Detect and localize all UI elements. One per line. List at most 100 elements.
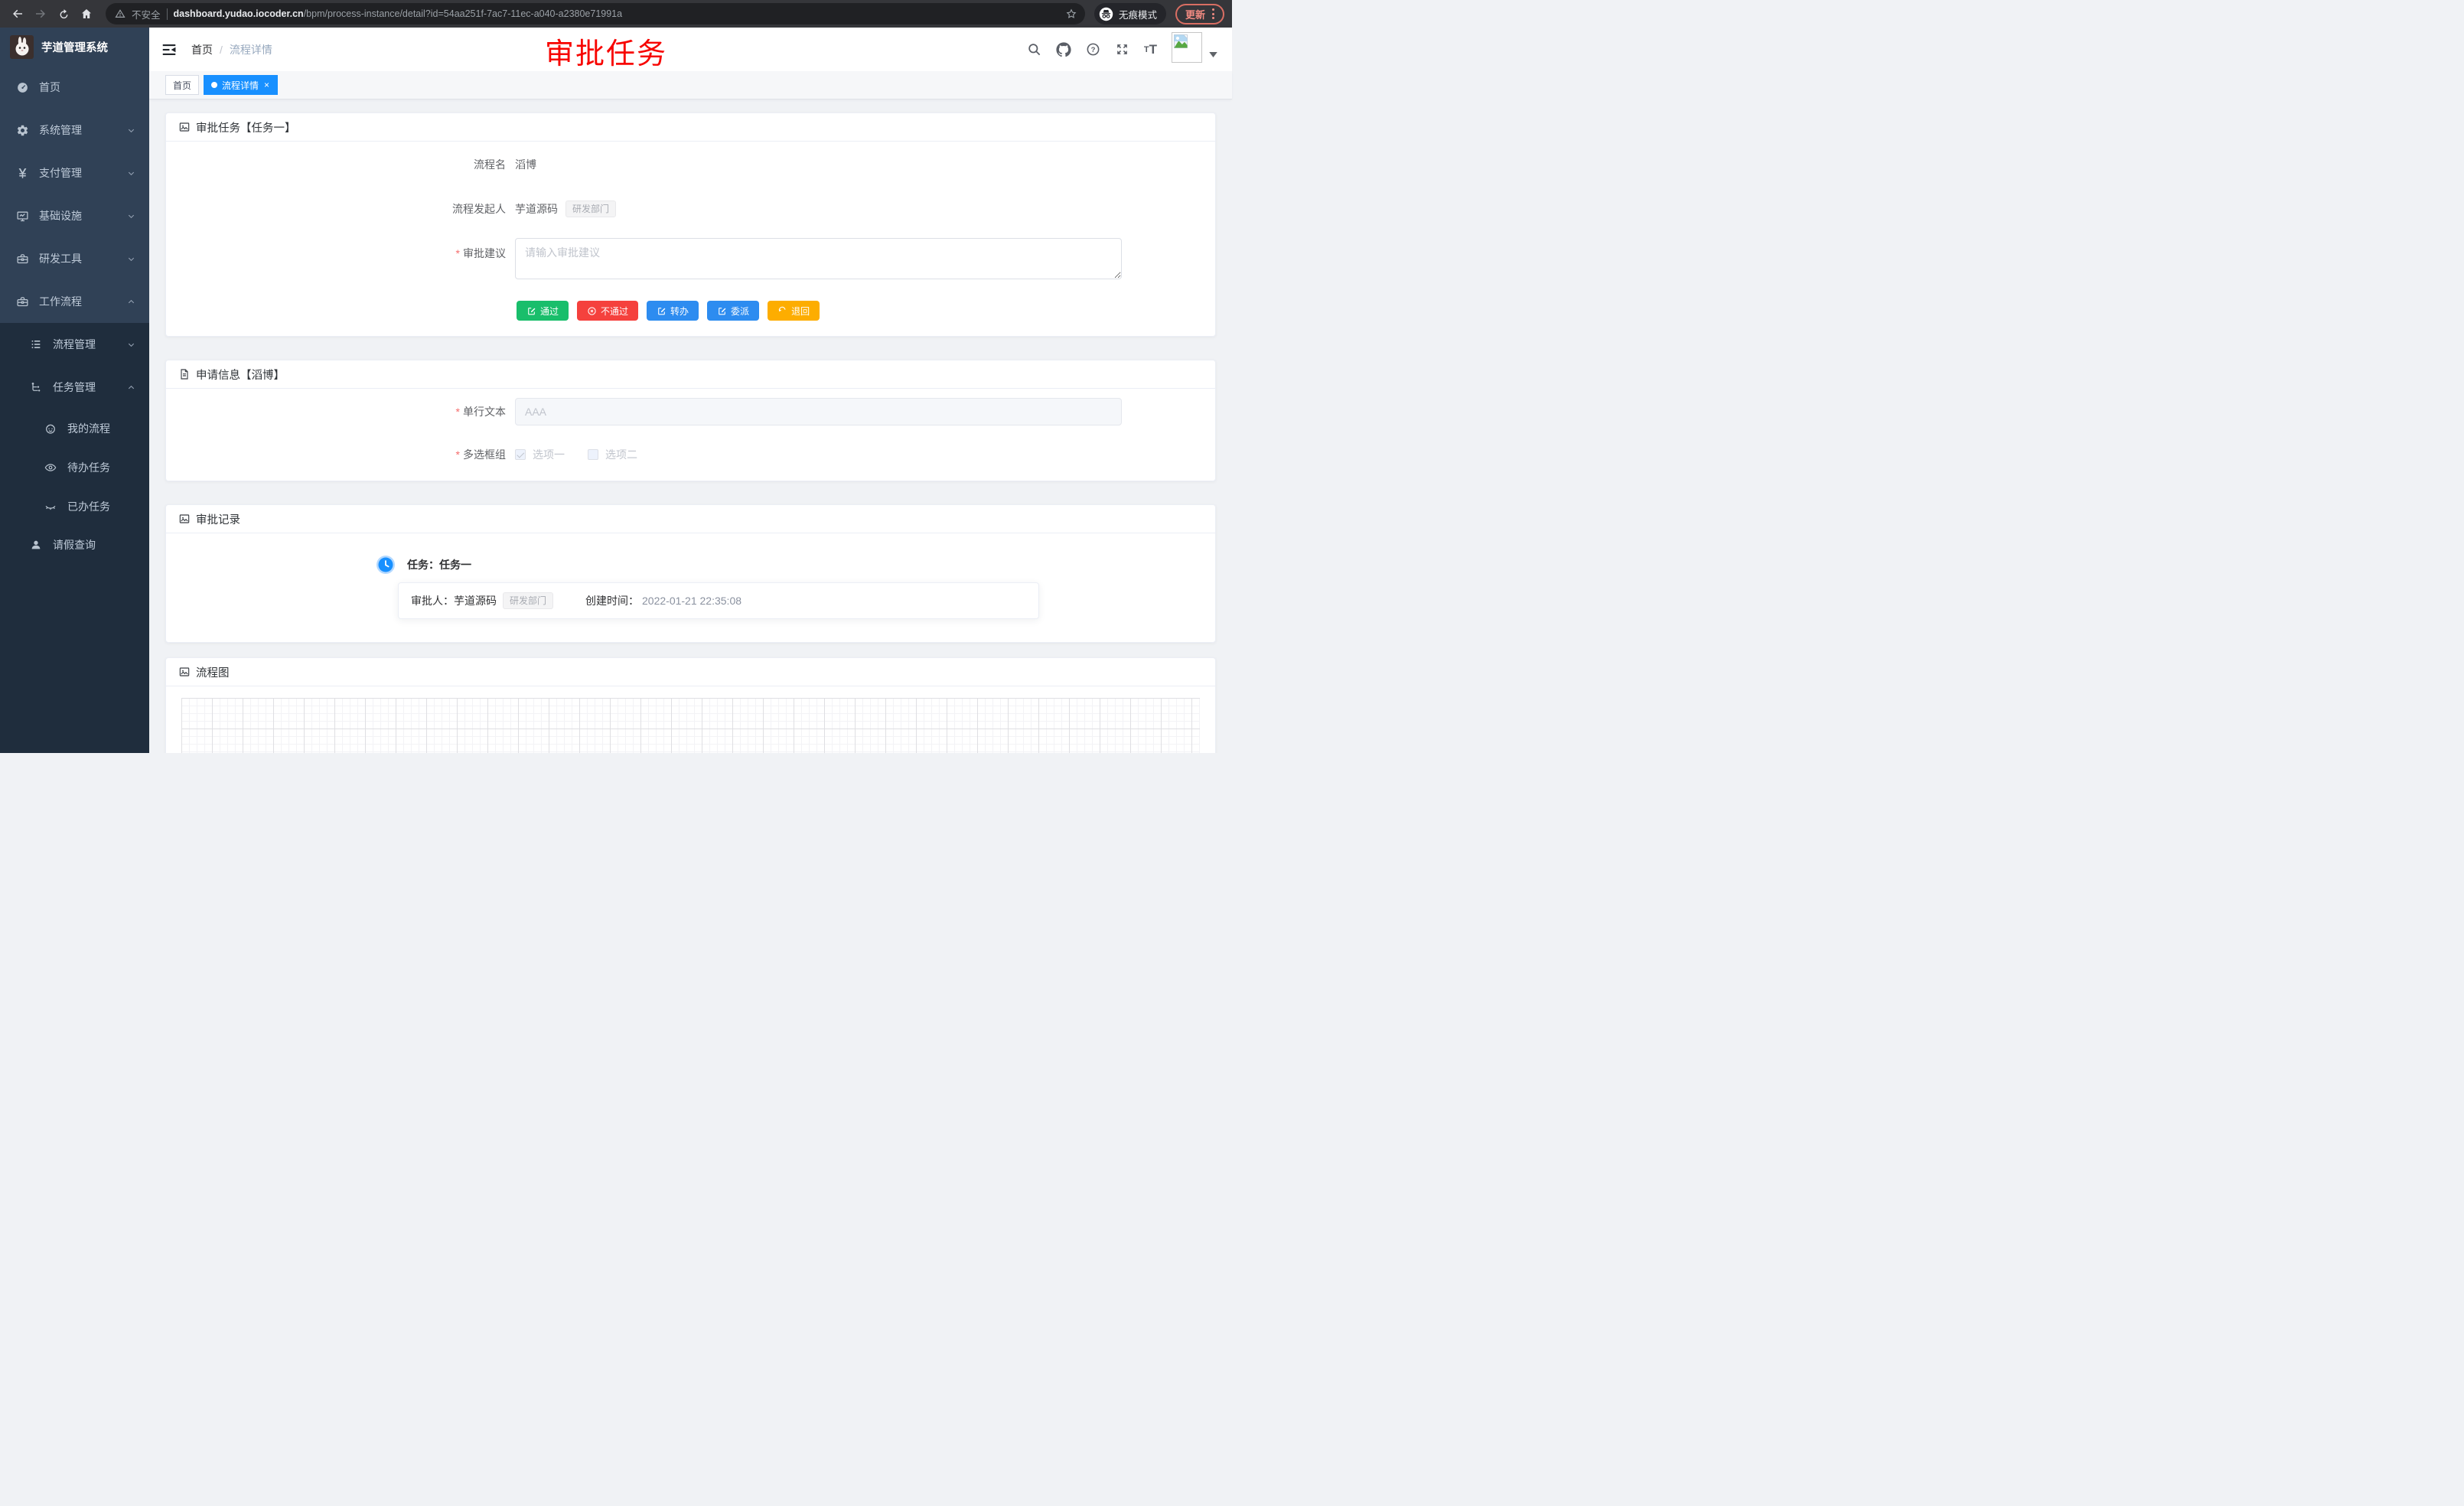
single-line-text-input[interactable] xyxy=(515,398,1122,425)
return-button[interactable]: 退回 xyxy=(768,301,820,321)
initiator-name: 芋道源码 xyxy=(515,194,558,224)
sidebar-collapse-button[interactable] xyxy=(161,41,178,58)
breadcrumb-home[interactable]: 首页 xyxy=(191,42,213,57)
gear-icon xyxy=(15,123,29,137)
tab-process-detail[interactable]: 流程详情 × xyxy=(204,75,278,95)
approval-task-form: 流程名 滔博 流程发起人 芋道源码 研发部门 审批建议 xyxy=(166,142,1215,336)
yen-icon xyxy=(15,166,29,180)
sidebar-item-label: 流程管理 xyxy=(53,337,96,352)
eye-open-icon xyxy=(44,461,57,474)
created-time-label: 创建时间： xyxy=(585,593,639,608)
delegate-button[interactable]: 委派 xyxy=(707,301,759,321)
process-diagram-card-header: 流程图 xyxy=(166,658,1215,686)
sidebar-item-task-management[interactable]: 任务管理 xyxy=(0,366,149,409)
sidebar-item-infrastructure[interactable]: 基础设施 xyxy=(0,194,149,237)
checkbox-option-2[interactable]: 选项二 xyxy=(588,447,637,462)
incognito-icon xyxy=(1099,7,1113,21)
process-diagram-card: 流程图 xyxy=(165,657,1216,753)
timeline-task-row: 任务：任务一 xyxy=(166,555,1215,575)
sidebar-item-label: 请假查询 xyxy=(53,537,96,553)
browser-menu-icon[interactable] xyxy=(1212,8,1214,19)
page-content: 审批任务【任务一】 流程名 滔博 流程发起人 芋道源码 研发部门 xyxy=(149,99,1232,753)
bpmn-canvas-grid[interactable] xyxy=(181,698,1200,753)
sidebar-item-label: 工作流程 xyxy=(39,294,82,309)
browser-update-button[interactable]: 更新 xyxy=(1175,4,1224,24)
update-label: 更新 xyxy=(1185,7,1205,21)
application-info-card-header: 申请信息【滔博】 xyxy=(166,360,1215,389)
eye-closed-icon xyxy=(44,500,57,513)
tab-home[interactable]: 首页 xyxy=(165,75,199,95)
not-secure-warning-icon xyxy=(115,8,125,19)
pass-button[interactable]: 通过 xyxy=(517,301,569,321)
font-size-icon[interactable]: TT xyxy=(1144,42,1157,57)
edit-icon xyxy=(526,306,536,316)
transfer-button[interactable]: 转办 xyxy=(647,301,699,321)
sidebar-item-leave-query[interactable]: 请假查询 xyxy=(0,526,149,564)
approval-task-card-header: 审批任务【任务一】 xyxy=(166,113,1215,142)
edit-icon xyxy=(717,306,727,316)
toolbox-icon xyxy=(15,252,29,266)
avatar[interactable] xyxy=(1172,32,1202,63)
monitor-icon xyxy=(15,209,29,223)
chevron-down-icon xyxy=(127,341,135,349)
checkbox-option-1[interactable]: 选项一 xyxy=(515,447,565,462)
browser-forward-button[interactable] xyxy=(31,4,51,24)
app-logo-row[interactable]: 芋道管理系统 xyxy=(0,28,149,66)
browser-back-button[interactable] xyxy=(8,4,28,24)
face-icon xyxy=(44,422,57,435)
sidebar-item-system[interactable]: 系统管理 xyxy=(0,109,149,152)
approver-label: 审批人： xyxy=(411,593,454,608)
browser-toolbar: 不安全 dashboard.yudao.iocoder.cn/bpm/proce… xyxy=(0,0,1232,28)
application-info-form: 单行文本 多选框组 选项一 选项二 xyxy=(166,389,1215,481)
user-icon xyxy=(29,538,43,552)
incognito-badge: 无痕模式 xyxy=(1094,3,1166,24)
created-time-value: 2022-01-21 22:35:08 xyxy=(642,595,741,607)
page-header: 首页 / 流程详情 审批任务 ? TT xyxy=(149,28,1232,71)
checkbox-unchecked-icon xyxy=(588,449,598,460)
approval-record-card-header: 审批记录 xyxy=(166,505,1215,533)
suggestion-textarea[interactable] xyxy=(515,238,1122,279)
sidebar-item-process-management[interactable]: 流程管理 xyxy=(0,323,149,366)
home-icon xyxy=(80,7,93,21)
omnibox-divider xyxy=(167,8,168,20)
caret-down-icon[interactable] xyxy=(1209,52,1217,57)
browser-reload-button[interactable] xyxy=(54,4,73,24)
card-title: 审批任务【任务一】 xyxy=(196,119,296,135)
address-bar[interactable]: 不安全 dashboard.yudao.iocoder.cn/bpm/proce… xyxy=(106,3,1085,24)
sidebar-item-my-process[interactable]: 我的流程 xyxy=(0,409,149,448)
sidebar-item-todo-tasks[interactable]: 待办任务 xyxy=(0,448,149,487)
initiator-label: 流程发起人 xyxy=(166,194,515,224)
sidebar-item-label: 已办任务 xyxy=(67,499,110,514)
sidebar-item-workflow[interactable]: 工作流程 xyxy=(0,280,149,323)
browser-home-button[interactable] xyxy=(77,4,96,24)
approval-record-card: 审批记录 任务：任务一 审批人： 芋道源码 研发部门 xyxy=(165,504,1216,643)
github-icon[interactable] xyxy=(1056,42,1071,57)
sidebar-item-done-tasks[interactable]: 已办任务 xyxy=(0,487,149,526)
url-text: dashboard.yudao.iocoder.cn/bpm/process-i… xyxy=(174,8,1059,19)
sidebar-item-label: 系统管理 xyxy=(39,122,82,138)
approval-record-body: 任务：任务一 审批人： 芋道源码 研发部门 创建时间： 2022-01-21 2… xyxy=(166,533,1215,642)
search-icon[interactable] xyxy=(1027,42,1041,57)
approver-name: 芋道源码 xyxy=(454,593,497,608)
sidebar-menu: 首页 系统管理 支付管理 基础设施 xyxy=(0,66,149,753)
tab-close-icon[interactable]: × xyxy=(263,80,270,90)
breadcrumb: 首页 / 流程详情 xyxy=(191,42,272,57)
help-icon[interactable]: ? xyxy=(1086,42,1100,57)
sidebar-item-label: 支付管理 xyxy=(39,165,82,181)
active-tab-dot xyxy=(211,82,217,88)
tab-label: 流程详情 xyxy=(222,79,259,92)
process-name-value: 滔博 xyxy=(515,149,536,180)
fullscreen-icon[interactable] xyxy=(1115,42,1129,57)
sidebar-item-dev-tools[interactable]: 研发工具 xyxy=(0,237,149,280)
picture-icon xyxy=(178,666,191,678)
card-title: 流程图 xyxy=(196,664,230,680)
sidebar-item-payment[interactable]: 支付管理 xyxy=(0,152,149,194)
sidebar-item-label: 首页 xyxy=(39,80,60,95)
bookmark-star-icon[interactable] xyxy=(1065,8,1077,20)
breadcrumb-current: 流程详情 xyxy=(230,42,272,57)
sidebar-item-home[interactable]: 首页 xyxy=(0,66,149,109)
record-detail-card: 审批人： 芋道源码 研发部门 创建时间： 2022-01-21 22:35:08 xyxy=(398,582,1039,619)
annotation-text: 审批任务 xyxy=(545,30,667,72)
reject-button[interactable]: 不通过 xyxy=(577,301,638,321)
picture-icon xyxy=(178,121,191,133)
